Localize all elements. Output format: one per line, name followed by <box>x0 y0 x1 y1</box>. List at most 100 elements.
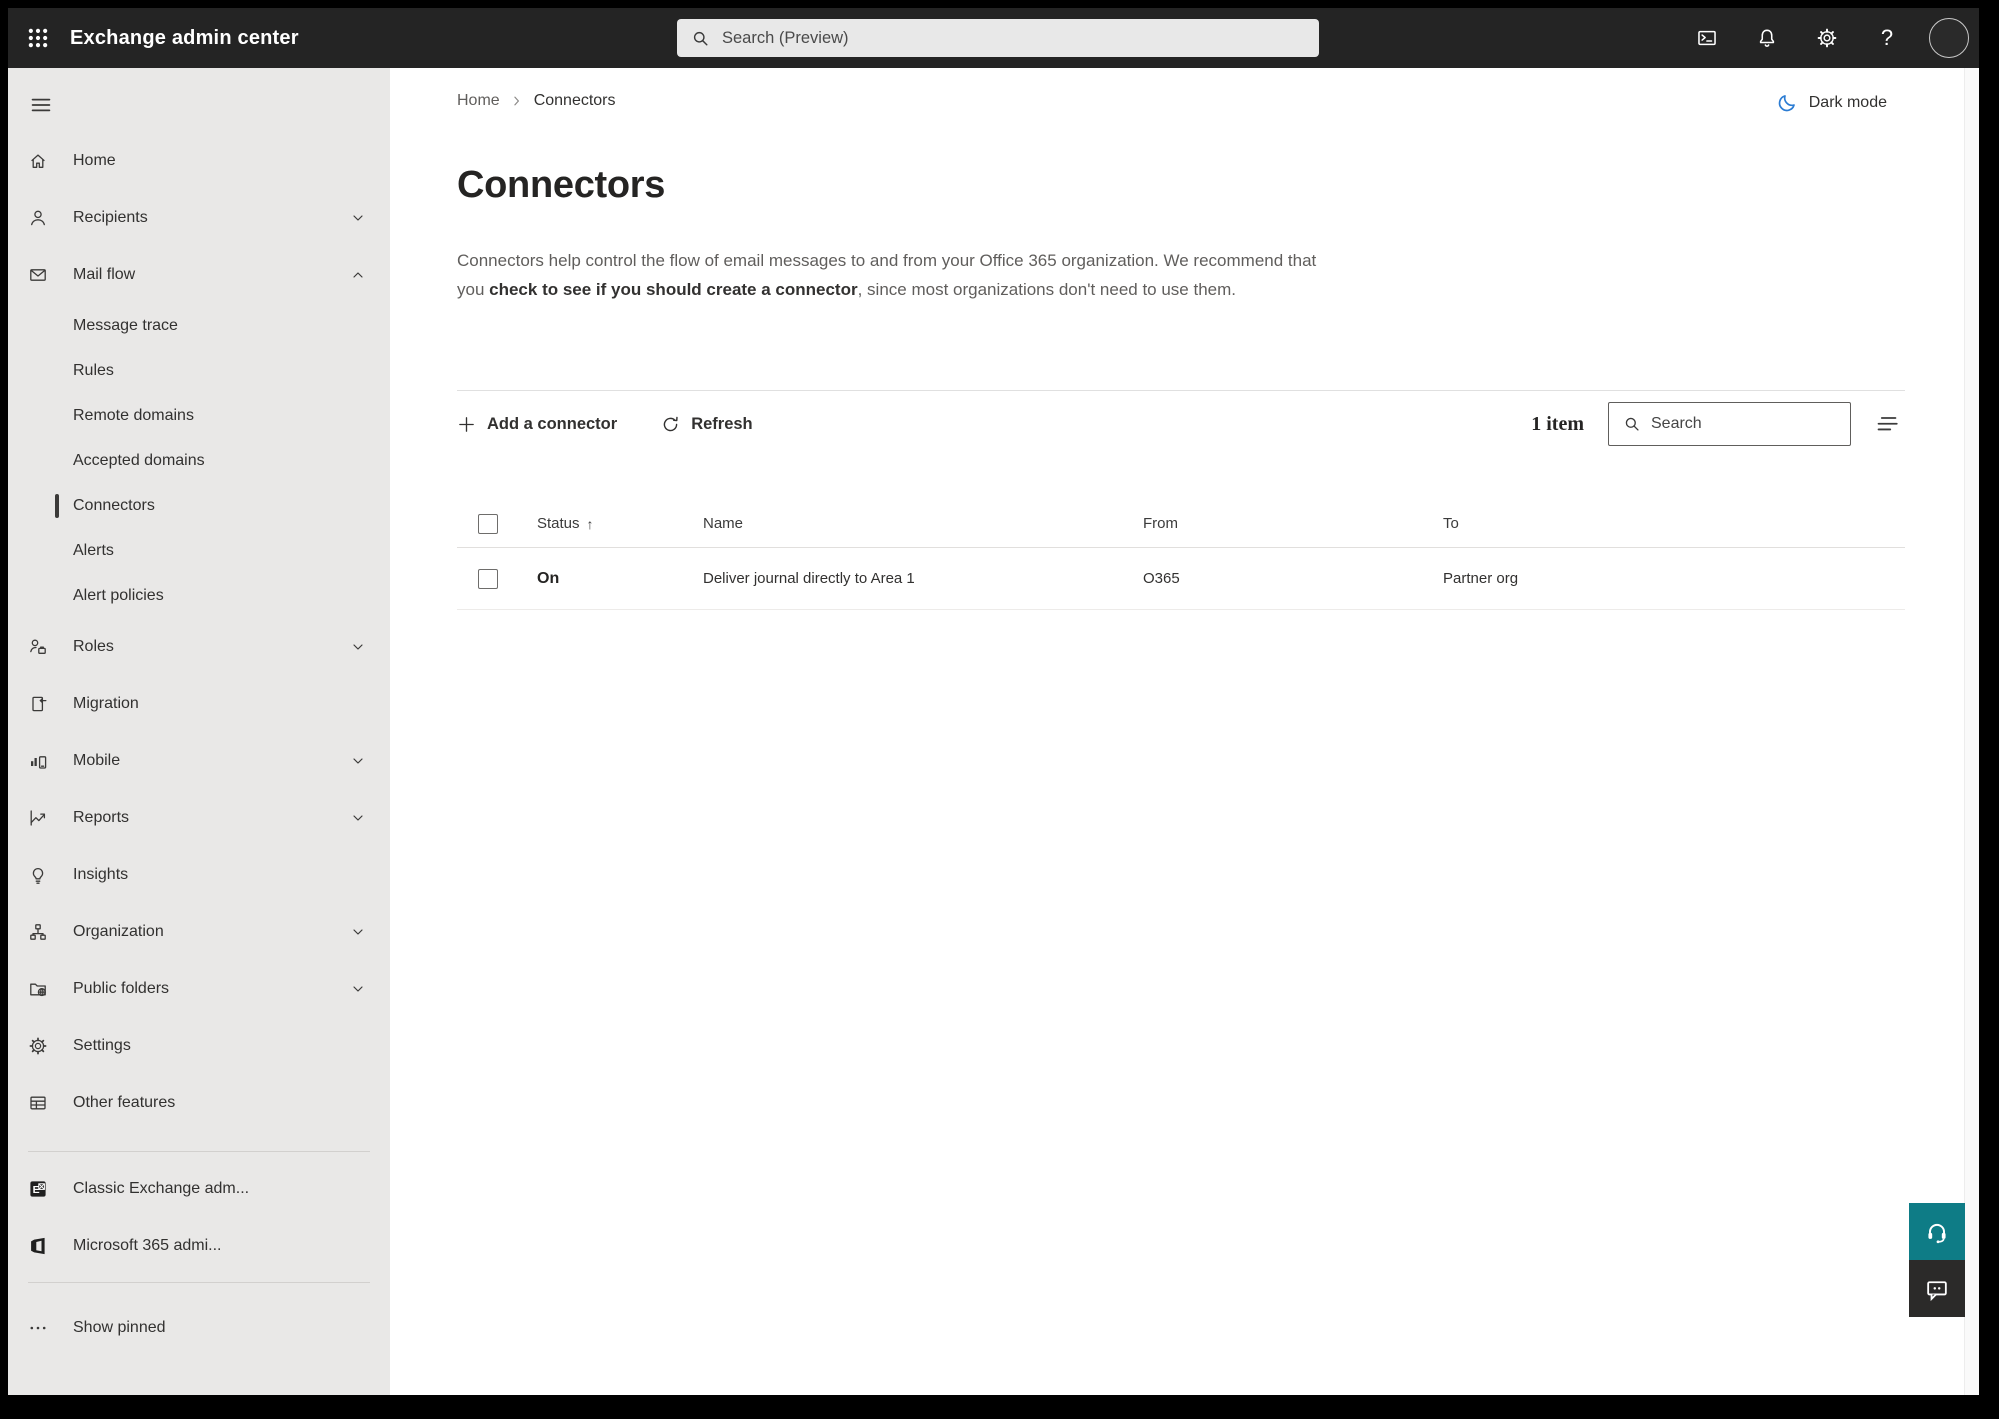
sidebar-item-label: Message trace <box>73 316 178 334</box>
sidebar-item-label: Alert policies <box>73 586 164 604</box>
sidebar-item-settings[interactable]: Settings <box>8 1017 390 1074</box>
topbar: Exchange admin center Search (Preview) ? <box>8 8 1979 68</box>
row-cell-from: O365 <box>1143 570 1180 587</box>
sidebar-item-recipients[interactable]: Recipients <box>8 189 390 246</box>
list-search-box[interactable] <box>1608 402 1851 446</box>
global-search-box[interactable] <box>677 19 1319 57</box>
column-header-name[interactable]: Name <box>687 515 1127 532</box>
sidebar-item-classic-exchange-admin[interactable]: E Classic Exchange adm... <box>8 1160 390 1217</box>
migration-icon <box>28 694 48 714</box>
help-icon: ? <box>1880 25 1894 50</box>
sidebar-item-organization[interactable]: Organization <box>8 903 390 960</box>
sidebar-item-label: Other features <box>73 1093 176 1111</box>
description-text: , since most organizations don't need to… <box>857 280 1237 299</box>
search-icon <box>693 31 708 45</box>
sidebar-item-label: Rules <box>73 361 114 379</box>
sidebar-item-remote-domains[interactable]: Remote domains <box>8 393 390 438</box>
feedback-button[interactable] <box>1909 1260 1965 1317</box>
filter-icon <box>1877 417 1898 431</box>
chevron-down-icon <box>350 981 366 997</box>
notifications-button[interactable] <box>1749 20 1785 56</box>
sidebar-item-reports[interactable]: Reports <box>8 789 390 846</box>
filter-button[interactable] <box>1869 406 1905 442</box>
column-header-to[interactable]: To <box>1427 515 1905 532</box>
list-search-input[interactable] <box>1651 415 1840 433</box>
sidebar-item-insights[interactable]: Insights <box>8 846 390 903</box>
sidebar-item-connectors[interactable]: Connectors <box>8 483 390 528</box>
app-launcher-button[interactable] <box>14 8 62 68</box>
refresh-label: Refresh <box>691 414 753 433</box>
column-label: To <box>1443 515 1459 532</box>
collapse-nav-button[interactable] <box>18 82 64 128</box>
breadcrumb-home-link[interactable]: Home <box>457 92 500 110</box>
select-all-checkbox[interactable] <box>478 513 498 534</box>
row-checkbox[interactable] <box>478 568 498 589</box>
sidebar-item-other-features[interactable]: Other features <box>8 1074 390 1131</box>
dark-mode-toggle[interactable]: Dark mode <box>1777 92 1887 113</box>
column-header-status[interactable]: Status ↑ <box>521 515 687 532</box>
column-label: Status <box>537 515 580 532</box>
create-connector-help-link[interactable]: check to see if you should create a conn… <box>489 280 857 299</box>
support-button[interactable] <box>1909 1203 1965 1260</box>
list-toolbar: Add a connector Refresh 1 item <box>457 391 1905 457</box>
sidebar-item-label: Insights <box>73 865 129 883</box>
sidebar-item-label: Remote domains <box>73 406 194 424</box>
settings-button[interactable] <box>1809 20 1845 56</box>
chevron-down-icon <box>350 210 366 226</box>
page-title: Connectors <box>457 164 666 206</box>
table-row[interactable]: On Deliver journal directly to Area 1 O3… <box>457 548 1905 610</box>
search-icon <box>1625 417 1639 431</box>
column-label: Name <box>703 515 744 532</box>
sidebar-item-label: Show pinned <box>73 1318 166 1336</box>
vertical-scrollbar[interactable] <box>1964 68 1979 1395</box>
refresh-button[interactable]: Refresh <box>661 414 753 434</box>
sidebar-item-label: Migration <box>73 694 139 712</box>
settings-gear-icon <box>1817 28 1837 48</box>
sidebar-item-home[interactable]: Home <box>8 132 390 189</box>
sidebar-item-message-trace[interactable]: Message trace <box>8 303 390 348</box>
help-button[interactable]: ? <box>1869 20 1905 56</box>
sidebar-item-migration[interactable]: Migration <box>8 675 390 732</box>
chevron-down-icon <box>350 924 366 940</box>
sidebar-item-label: Alerts <box>73 541 114 559</box>
sidebar-item-accepted-domains[interactable]: Accepted domains <box>8 438 390 483</box>
sidebar-item-alert-policies[interactable]: Alert policies <box>8 573 390 618</box>
chevron-up-icon <box>350 267 366 283</box>
sidebar-item-mobile[interactable]: Mobile <box>8 732 390 789</box>
global-search-input[interactable] <box>722 28 1305 48</box>
classic-exchange-icon: E <box>28 1179 48 1199</box>
sidebar-item-show-pinned[interactable]: Show pinned <box>8 1299 390 1356</box>
app-launcher-icon <box>28 28 48 48</box>
page-description: Connectors help control the flow of emai… <box>457 246 1329 304</box>
sidebar-item-label: Organization <box>73 922 164 940</box>
sidebar-divider <box>28 1282 370 1283</box>
sidebar-divider <box>28 1151 370 1152</box>
table-header-row: Status ↑ Name From To <box>457 500 1905 548</box>
column-header-from[interactable]: From <box>1127 515 1427 532</box>
chevron-down-icon <box>350 639 366 655</box>
sidebar-item-label: Recipients <box>73 208 148 226</box>
cloud-shell-button[interactable] <box>1689 20 1725 56</box>
breadcrumb: Home Connectors <box>457 92 616 110</box>
sidebar-item-microsoft-365-admin[interactable]: Microsoft 365 admi... <box>8 1217 390 1274</box>
sidebar-item-alerts[interactable]: Alerts <box>8 528 390 573</box>
item-count: 1 item <box>1531 412 1584 435</box>
sidebar-item-roles[interactable]: Roles <box>8 618 390 675</box>
sidebar-item-label: Microsoft 365 admi... <box>73 1236 222 1254</box>
dark-mode-label: Dark mode <box>1808 93 1887 111</box>
public-folders-icon <box>28 979 48 999</box>
mail-icon <box>28 265 48 285</box>
sidebar-item-rules[interactable]: Rules <box>8 348 390 393</box>
sidebar-item-label: Connectors <box>73 496 155 514</box>
sidebar-item-label: Classic Exchange adm... <box>73 1179 250 1197</box>
sidebar-item-mail-flow[interactable]: Mail flow <box>8 246 390 303</box>
account-avatar[interactable] <box>1929 18 1969 58</box>
app-title: Exchange admin center <box>70 26 299 49</box>
notifications-bell-icon <box>1759 29 1775 47</box>
connectors-table: Status ↑ Name From To On Deliver journal… <box>457 500 1905 610</box>
add-connector-button[interactable]: Add a connector <box>457 415 617 434</box>
ellipsis-icon <box>28 1318 48 1338</box>
organization-icon <box>28 922 48 942</box>
row-cell-name: Deliver journal directly to Area 1 <box>703 570 915 587</box>
sidebar-item-public-folders[interactable]: Public folders <box>8 960 390 1017</box>
